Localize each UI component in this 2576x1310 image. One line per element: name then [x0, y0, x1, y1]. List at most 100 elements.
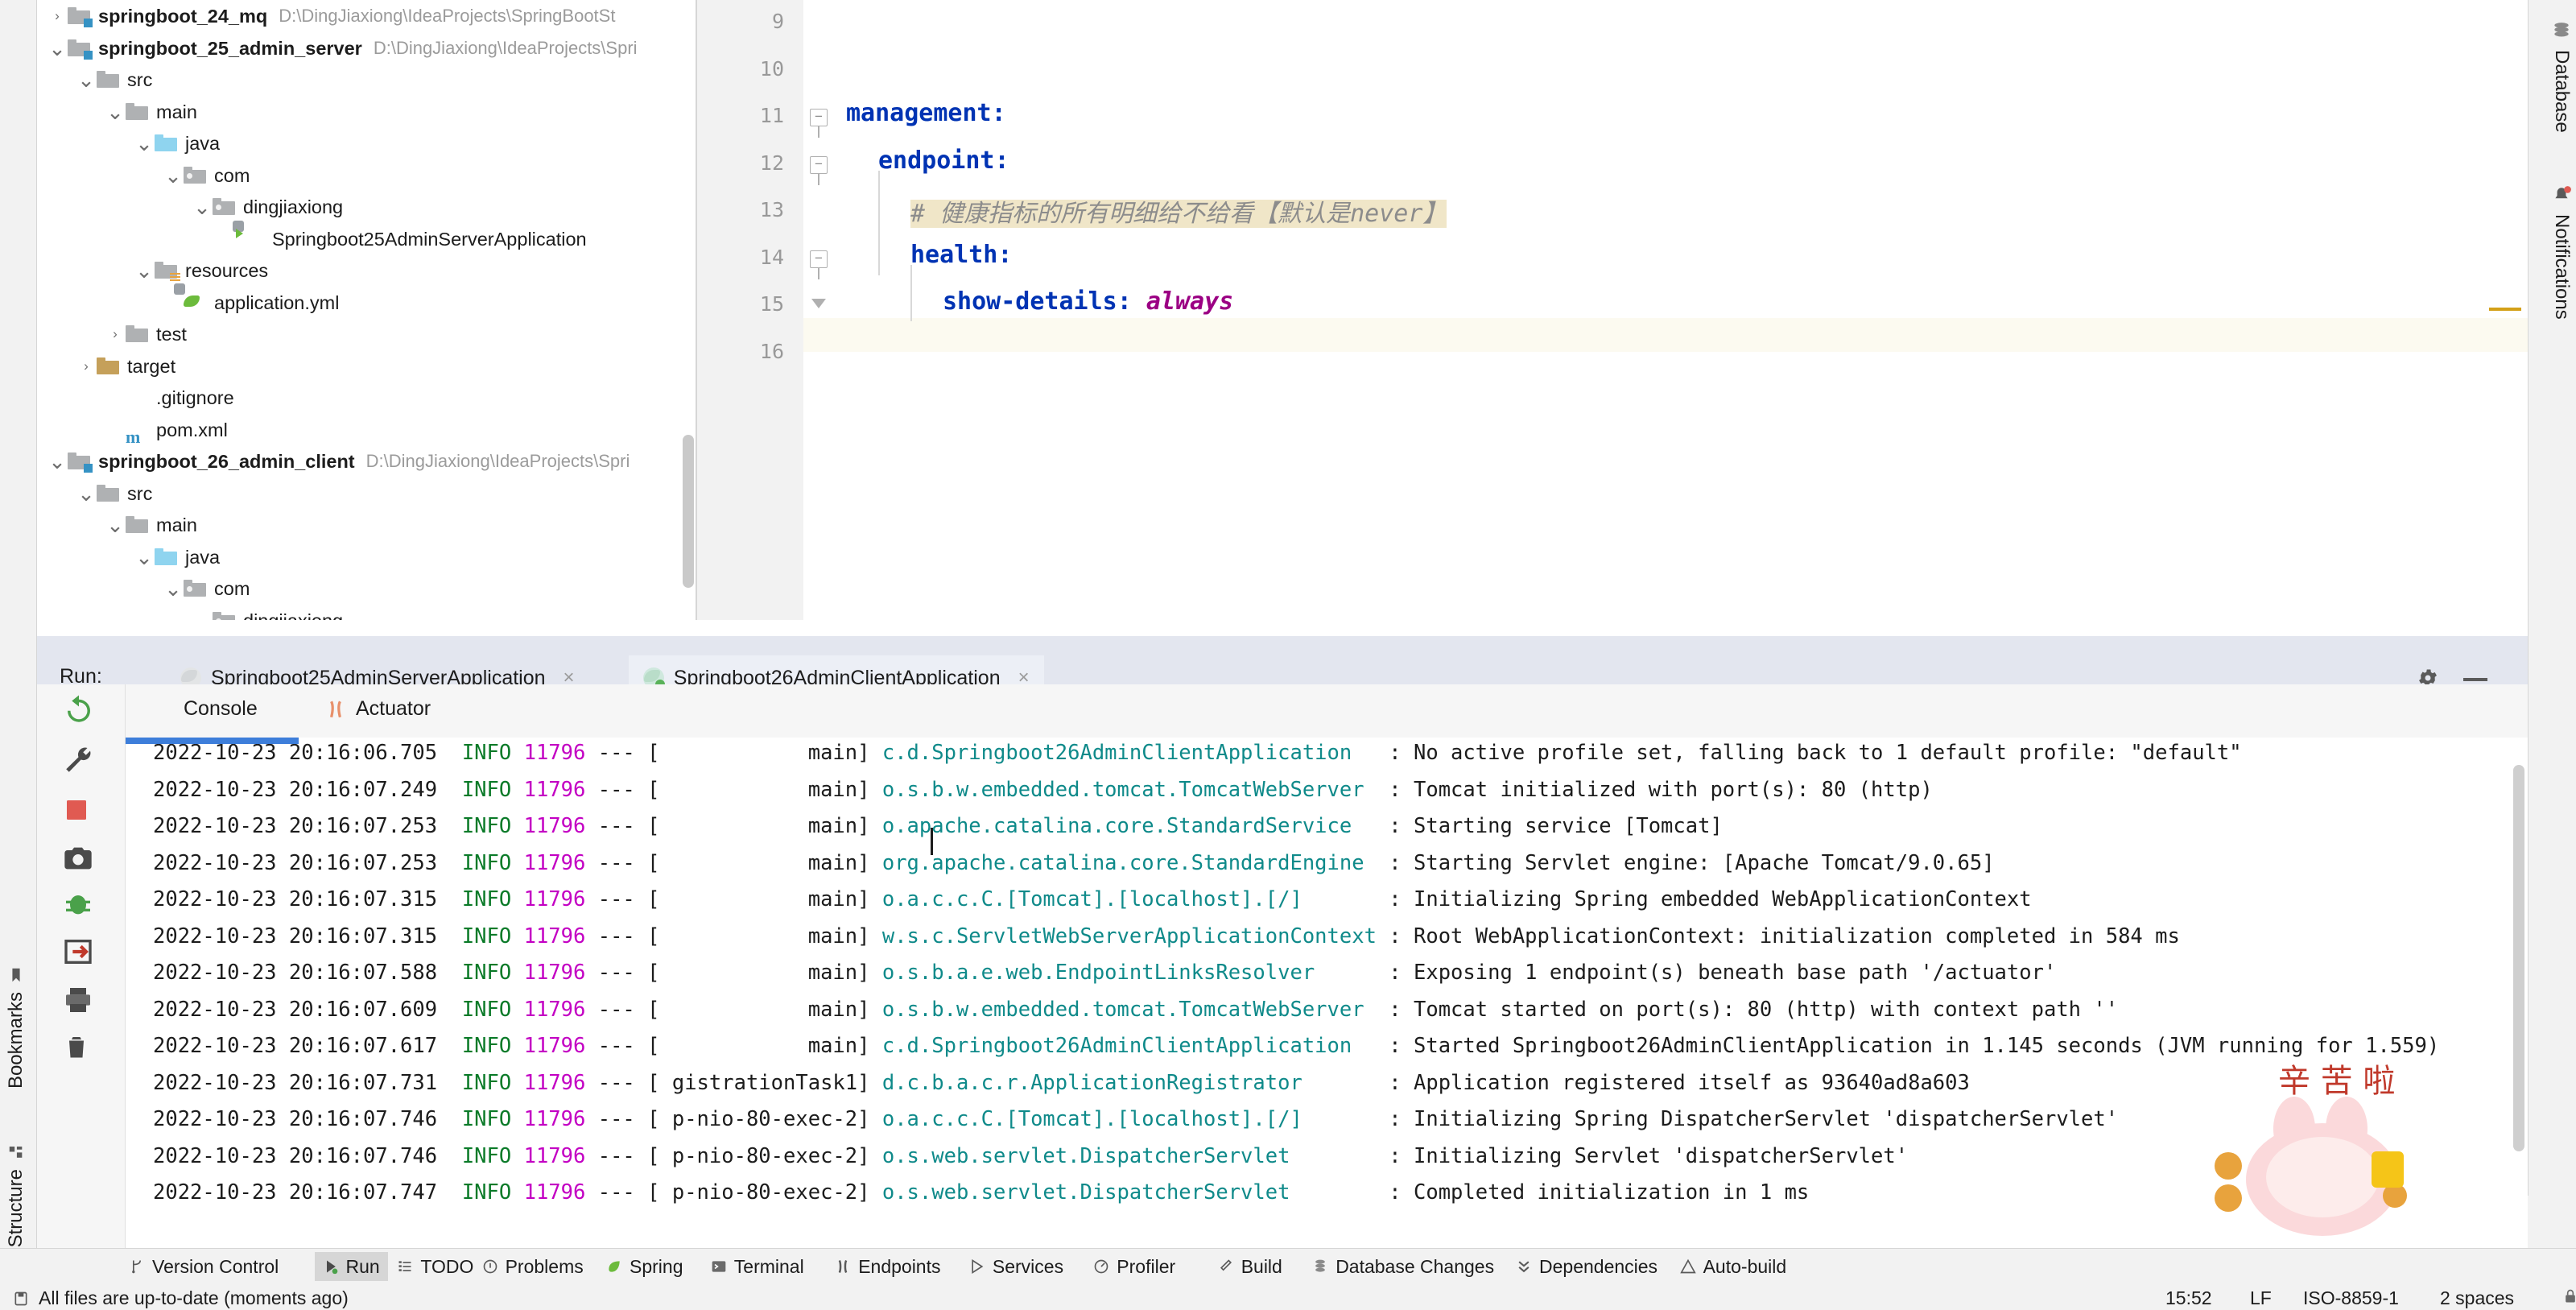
clock-indicator[interactable]: 15:52	[2165, 1287, 2212, 1309]
tree-row[interactable]: ⌄springboot_25_admin_serverD:\DingJiaxio…	[47, 32, 638, 64]
tool-strip-build[interactable]: Build	[1210, 1252, 1290, 1281]
tree-arrow-expanded[interactable]: ⌄	[47, 39, 68, 57]
fold-marker-3[interactable]: −	[810, 156, 828, 174]
database-changes-icon	[1312, 1258, 1328, 1275]
fold-marker-2[interactable]: −	[810, 109, 828, 126]
project-tool-window[interactable]: ›springboot_24_mqD:\DingJiaxiong\IdeaPro…	[0, 0, 697, 620]
tool-strip-auto-build[interactable]: Auto-build	[1672, 1252, 1795, 1281]
tool-strip-label: Version Control	[152, 1256, 279, 1278]
tool-strip-services[interactable]: Services	[961, 1252, 1071, 1281]
source-folder-icon	[155, 134, 179, 153]
tool-strip-terminal[interactable]: Terminal	[703, 1252, 812, 1281]
tree-arrow-collapsed[interactable]: ›	[47, 0, 68, 32]
tool-strip-profiler[interactable]: Profiler	[1085, 1252, 1183, 1281]
tree-arrow-expanded[interactable]: ⌄	[105, 516, 126, 534]
tree-arrow-expanded[interactable]: ⌄	[192, 612, 213, 621]
code-line[interactable]: show-details: always	[943, 287, 1233, 316]
tool-strip-version-control[interactable]: Version Control	[121, 1252, 287, 1281]
run-side-toolbar[interactable]	[37, 684, 126, 1248]
editor-area[interactable]: 910111213141516 management: endpoint: # 健康…	[697, 0, 2528, 620]
tool-button-structure[interactable]: Structure	[5, 1143, 27, 1247]
tree-arrow-expanded[interactable]: ⌄	[192, 198, 213, 216]
tree-arrow-expanded[interactable]: ⌄	[134, 134, 155, 152]
tool-button-database[interactable]: Database	[2550, 21, 2573, 133]
run-sub-tabs[interactable]: Console Actuator	[126, 684, 2528, 738]
tree-row[interactable]: ⌄com	[163, 572, 250, 605]
tree-row[interactable]: ›springboot_24_mqD:\DingJiaxiong\IdeaPro…	[47, 0, 615, 32]
left-tool-window-bar[interactable]: Bookmarks Structure	[0, 620, 37, 1248]
tool-button-bookmarks[interactable]: Bookmarks	[5, 966, 27, 1089]
console-token: --- [	[585, 814, 659, 838]
tree-arrow-expanded[interactable]: ⌄	[134, 262, 155, 279]
right-tool-window-bar[interactable]: Database Notifications	[2528, 0, 2576, 1196]
tool-strip-endpoints[interactable]: Endpoints	[827, 1252, 948, 1281]
tree-arrow-expanded[interactable]: ⌄	[105, 103, 126, 121]
sub-tab-console[interactable]: Console	[174, 697, 258, 721]
line-separator-indicator[interactable]: LF	[2250, 1287, 2272, 1309]
tree-row[interactable]: .gitignore	[105, 382, 234, 414]
tree-row[interactable]: ⌄dingjiaxiong	[192, 191, 343, 223]
tool-strip-run[interactable]: Run	[315, 1252, 388, 1281]
project-tree[interactable]: ›springboot_24_mqD:\DingJiaxiong\IdeaPro…	[37, 0, 697, 620]
tree-arrow-expanded[interactable]: ⌄	[47, 453, 68, 470]
console-vertical-scrollbar[interactable]	[2513, 765, 2524, 1151]
code-line[interactable]: # 健康指标的所有明细给不给看【默认是never】	[910, 193, 1447, 229]
tool-button-notifications[interactable]: Notifications	[2550, 185, 2573, 320]
tree-arrow-expanded[interactable]: ⌄	[163, 167, 184, 184]
tree-row[interactable]: ⌄src	[76, 477, 152, 510]
tree-row[interactable]: ⌄src	[76, 64, 152, 96]
camera-icon[interactable]	[62, 842, 96, 876]
tool-strip-problems[interactable]: Problems	[474, 1252, 592, 1281]
status-message[interactable]: All files are up-to-date (moments ago)	[13, 1287, 349, 1309]
bottom-tool-strip[interactable]: Version Control RunTODOProblemsSpring Term…	[0, 1248, 2576, 1283]
tree-arrow-expanded[interactable]: ⌄	[163, 580, 184, 597]
print-icon[interactable]	[62, 984, 96, 1018]
settings-wrench-icon[interactable]	[62, 742, 96, 776]
tree-arrow-expanded[interactable]: ⌄	[76, 485, 97, 502]
console-token: INFO	[462, 887, 511, 911]
tree-row[interactable]: ⌄dingjiaxiong	[192, 605, 343, 621]
encoding-indicator[interactable]: ISO-8859-1	[2303, 1287, 2399, 1309]
code-line[interactable]: endpoint:	[878, 147, 1009, 175]
console-panel[interactable]: 2022-10-23 20:16:06.705 INFO 11796 --- […	[126, 738, 2528, 1248]
tool-strip-label: Profiler	[1117, 1256, 1175, 1278]
tree-arrow-expanded[interactable]: ⌄	[76, 71, 97, 89]
tree-row[interactable]: ⌄java	[134, 541, 220, 573]
export-icon[interactable]	[62, 936, 96, 969]
fold-marker-5[interactable]: −	[810, 250, 828, 268]
tree-row[interactable]: ›test	[105, 318, 187, 350]
tool-strip-dependencies[interactable]: Dependencies	[1508, 1252, 1666, 1281]
run-tool-window[interactable]: Run: Springboot25AdminServerApplication×…	[37, 620, 2528, 1248]
lock-icon[interactable]	[2562, 1287, 2576, 1305]
indent-indicator[interactable]: 2 spaces	[2440, 1287, 2514, 1309]
fold-marker-6[interactable]	[810, 297, 828, 315]
tree-row[interactable]: ⌄resources	[134, 254, 268, 287]
tree-row[interactable]: ⌄com	[163, 159, 250, 192]
code-line[interactable]: management:	[846, 99, 1006, 127]
tree-row[interactable]: ⌄main	[105, 96, 197, 128]
tool-strip-todo[interactable]: TODO	[389, 1252, 481, 1281]
debug-bug-icon[interactable]	[62, 887, 96, 921]
tree-arrow-collapsed[interactable]: ›	[76, 350, 97, 382]
tree-row[interactable]: ›target	[76, 350, 175, 382]
tree-arrow-expanded[interactable]: ⌄	[134, 548, 155, 566]
editor-gutter[interactable]: 910111213141516	[697, 0, 803, 620]
spring-class-icon	[242, 229, 266, 249]
tree-row[interactable]: mpom.xml	[105, 414, 228, 446]
tree-arrow-collapsed[interactable]: ›	[105, 318, 126, 350]
tool-strip-spring[interactable]: Spring	[598, 1252, 691, 1281]
tree-row[interactable]: ⌄java	[134, 127, 220, 159]
tree-row[interactable]: ⌄main	[105, 509, 197, 541]
sub-tab-actuator[interactable]: Actuator	[325, 697, 431, 721]
console-horizontal-scrollbar[interactable]	[126, 738, 299, 744]
tree-row[interactable]: application.yml	[163, 287, 339, 319]
tool-strip-database-changes[interactable]: Database Changes	[1304, 1252, 1502, 1281]
project-tree-scrollbar[interactable]	[683, 435, 694, 588]
rerun-icon[interactable]	[62, 692, 96, 726]
trash-icon[interactable]	[62, 1032, 96, 1066]
minimize-icon[interactable]	[2463, 678, 2487, 681]
tree-row[interactable]: Springboot25AdminServerApplication	[221, 223, 587, 255]
tree-row[interactable]: ⌄springboot_26_admin_clientD:\DingJiaxio…	[47, 445, 630, 477]
stop-icon[interactable]	[62, 796, 96, 829]
code-line[interactable]: health:	[910, 241, 1012, 269]
